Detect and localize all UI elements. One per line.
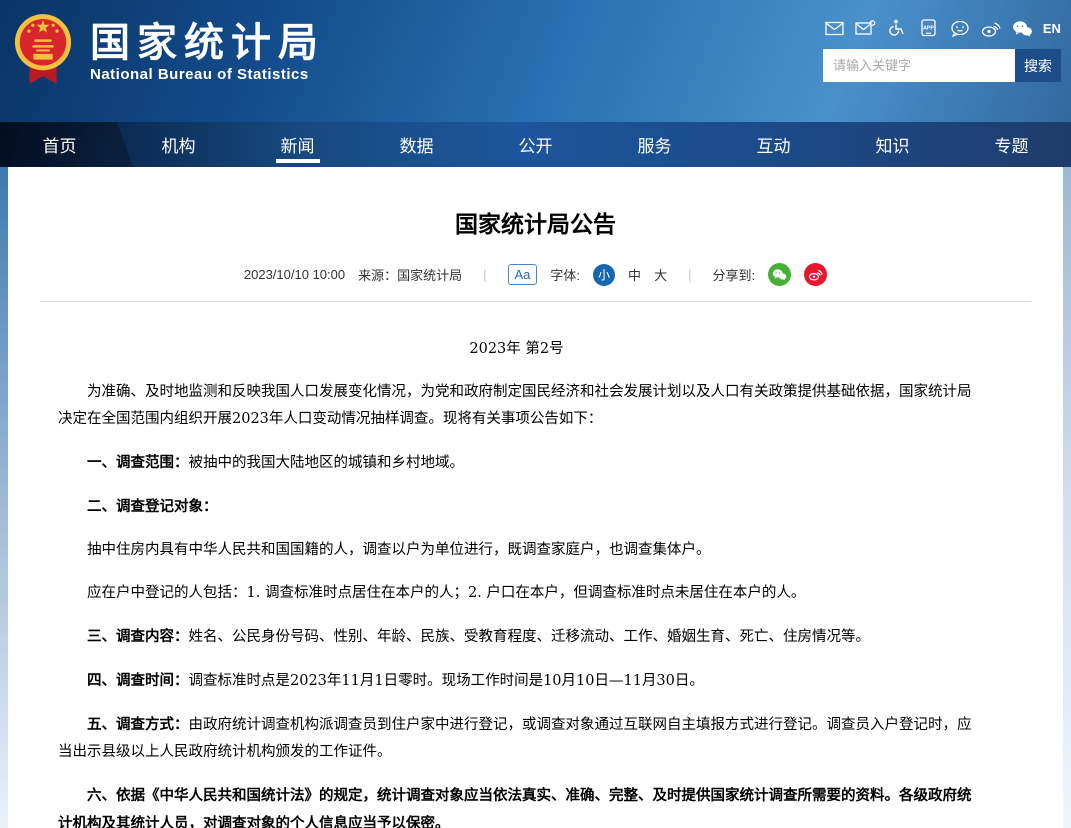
- paragraph-text: 被抽中的我国大陆地区的城镇和乡村地域。: [189, 455, 465, 471]
- wechat-icon[interactable]: [1011, 17, 1033, 39]
- font-tool-button[interactable]: Aa: [508, 264, 538, 285]
- page: 国家统计局 National Bureau of Statistics: [0, 0, 1071, 828]
- article-paragraph: 五、调查方式：由政府统计调查机构派调查员到住户家中进行登记，或调查对象通过互联网…: [58, 711, 975, 766]
- paragraph-list: 为准确、及时地监测和反映我国人口发展变化情况，为党和政府制定国民经济和社会发展计…: [58, 379, 975, 828]
- meta-separator: |: [680, 267, 699, 282]
- article-datetime: 2023/10/10 10:00: [244, 267, 345, 282]
- main-nav: 首页 机构 新闻 数据 公开 服务 互动 知识 专题: [0, 122, 1071, 167]
- paragraph-text: 调查标准时点是2023年11月1日零时。现场工作时间是10月10日—11月30日…: [189, 673, 704, 689]
- paragraph-lead: 四、调查时间：: [87, 672, 189, 689]
- nav-item-home[interactable]: 首页: [0, 122, 119, 167]
- font-size-large[interactable]: 大: [654, 265, 667, 284]
- article-paragraph: 一、调查范围：被抽中的我国大陆地区的城镇和乡村地域。: [58, 449, 975, 477]
- page-title: 国家统计局公告: [8, 205, 1063, 239]
- weibo-icon[interactable]: [980, 17, 1002, 39]
- article-paragraph: 三、调查内容：姓名、公民身份号码、性别、年龄、民族、受教育程度、迁移流动、工作、…: [58, 623, 975, 651]
- article-paragraph: 四、调查时间：调查标准时点是2023年11月1日零时。现场工作时间是10月10日…: [58, 667, 975, 695]
- nav-item-services[interactable]: 服务: [595, 122, 714, 167]
- font-size-label: 字体:: [550, 265, 580, 284]
- nav-item-interaction[interactable]: 互动: [714, 122, 833, 167]
- nav-item-label: 服务: [638, 132, 672, 157]
- article-meta: 2023/10/10 10:00 来源：国家统计局 | Aa 字体: 小 中 大…: [8, 263, 1063, 286]
- doc-number: 2023年 第2号: [58, 336, 975, 363]
- site-title: 国家统计局 National Bureau of Statistics: [90, 20, 325, 83]
- app-icon-label: APP: [923, 26, 934, 32]
- site-logo[interactable]: 国家统计局 National Bureau of Statistics: [12, 12, 325, 91]
- paragraph-lead: 三、调查内容：: [87, 628, 189, 645]
- article-body: 2023年 第2号 为准确、及时地监测和反映我国人口发展变化情况，为党和政府制定…: [58, 336, 975, 828]
- header-tools: APP: [823, 17, 1061, 82]
- article-paragraph: 抽中住房内具有中华人民共和国国籍的人，调查以户为单位进行，既调查家庭户，也调查集…: [58, 537, 975, 564]
- nav-item-label: 新闻: [281, 132, 315, 157]
- paragraph-text: 为准确、及时地监测和反映我国人口发展变化情况，为党和政府制定国民经济和社会发展计…: [58, 384, 972, 427]
- nav-item-news[interactable]: 新闻: [238, 122, 357, 167]
- nav-item-label: 互动: [757, 132, 791, 157]
- nav-item-label: 专题: [995, 132, 1029, 157]
- share-wechat-icon[interactable]: [768, 263, 791, 286]
- search-button[interactable]: 搜索: [1015, 49, 1061, 82]
- nav-item-knowledge[interactable]: 知识: [833, 122, 952, 167]
- meta-separator: |: [475, 267, 494, 282]
- article: 国家统计局公告 2023/10/10 10:00 来源：国家统计局 | Aa 字…: [8, 167, 1063, 828]
- quick-links: APP: [823, 17, 1061, 39]
- paragraph-lead: 六、依据《中华人民共和国统计法》的规定，统计调查对象应当依法真实、准确、完整、及…: [58, 787, 972, 828]
- paragraph-text: 抽中住房内具有中华人民共和国国籍的人，调查以户为单位进行，既调查家庭户，也调查集…: [87, 542, 711, 558]
- article-paragraph: 二、调查登记对象：: [58, 493, 975, 521]
- nav-item-disclosure[interactable]: 公开: [476, 122, 595, 167]
- accessibility-icon[interactable]: [886, 17, 908, 39]
- nav-item-label: 知识: [876, 132, 910, 157]
- chatbot-icon[interactable]: [949, 17, 971, 39]
- nav-item-label: 数据: [400, 132, 434, 157]
- national-emblem-icon: [12, 12, 74, 91]
- right-edge-strip: [1063, 167, 1071, 828]
- article-source: 来源：国家统计局: [358, 265, 462, 284]
- paragraph-text: 由政府统计调查机构派调查员到住户家中进行登记，或调查对象通过互联网自主填报方式进…: [58, 717, 972, 760]
- share-weibo-icon[interactable]: [804, 263, 827, 286]
- nav-item-label: 机构: [162, 132, 196, 157]
- meta-divider: [40, 301, 1031, 302]
- paragraph-lead: 五、调查方式：: [87, 716, 189, 733]
- article-paragraph: 应在户中登记的人包括：1. 调查标准时点居住在本户的人；2. 户口在本户，但调查…: [58, 580, 975, 607]
- language-toggle[interactable]: EN: [1043, 21, 1061, 36]
- mail-subscribe-icon[interactable]: [854, 17, 876, 39]
- nav-item-topics[interactable]: 专题: [952, 122, 1071, 167]
- paragraph-text: 姓名、公民身份号码、性别、年龄、民族、受教育程度、迁移流动、工作、婚姻生育、死亡…: [189, 629, 871, 645]
- nav-item-data[interactable]: 数据: [357, 122, 476, 167]
- nav-item-label: 公开: [519, 132, 553, 157]
- paragraph-lead: 一、调查范围：: [87, 454, 189, 471]
- site-title-en: National Bureau of Statistics: [90, 66, 325, 83]
- site-header: 国家统计局 National Bureau of Statistics: [0, 0, 1071, 122]
- mail-icon[interactable]: [823, 17, 845, 39]
- app-icon[interactable]: APP: [917, 17, 939, 39]
- left-edge-strip: [0, 167, 8, 828]
- nav-item-label: 首页: [43, 132, 77, 157]
- search-bar: 搜索: [823, 49, 1061, 82]
- font-size-medium[interactable]: 中: [628, 265, 641, 284]
- nav-item-organization[interactable]: 机构: [119, 122, 238, 167]
- search-input[interactable]: [823, 49, 1015, 82]
- site-title-cn: 国家统计局: [90, 20, 325, 66]
- paragraph-text: 应在户中登记的人包括：1. 调查标准时点居住在本户的人；2. 户口在本户，但调查…: [87, 585, 805, 601]
- font-size-small[interactable]: 小: [593, 264, 615, 286]
- paragraph-lead: 二、调查登记对象：: [87, 498, 218, 515]
- article-paragraph: 六、依据《中华人民共和国统计法》的规定，统计调查对象应当依法真实、准确、完整、及…: [58, 782, 975, 828]
- share-label: 分享到:: [712, 265, 755, 284]
- content-area: 国家统计局公告 2023/10/10 10:00 来源：国家统计局 | Aa 字…: [0, 167, 1071, 828]
- article-paragraph: 为准确、及时地监测和反映我国人口发展变化情况，为党和政府制定国民经济和社会发展计…: [58, 379, 975, 433]
